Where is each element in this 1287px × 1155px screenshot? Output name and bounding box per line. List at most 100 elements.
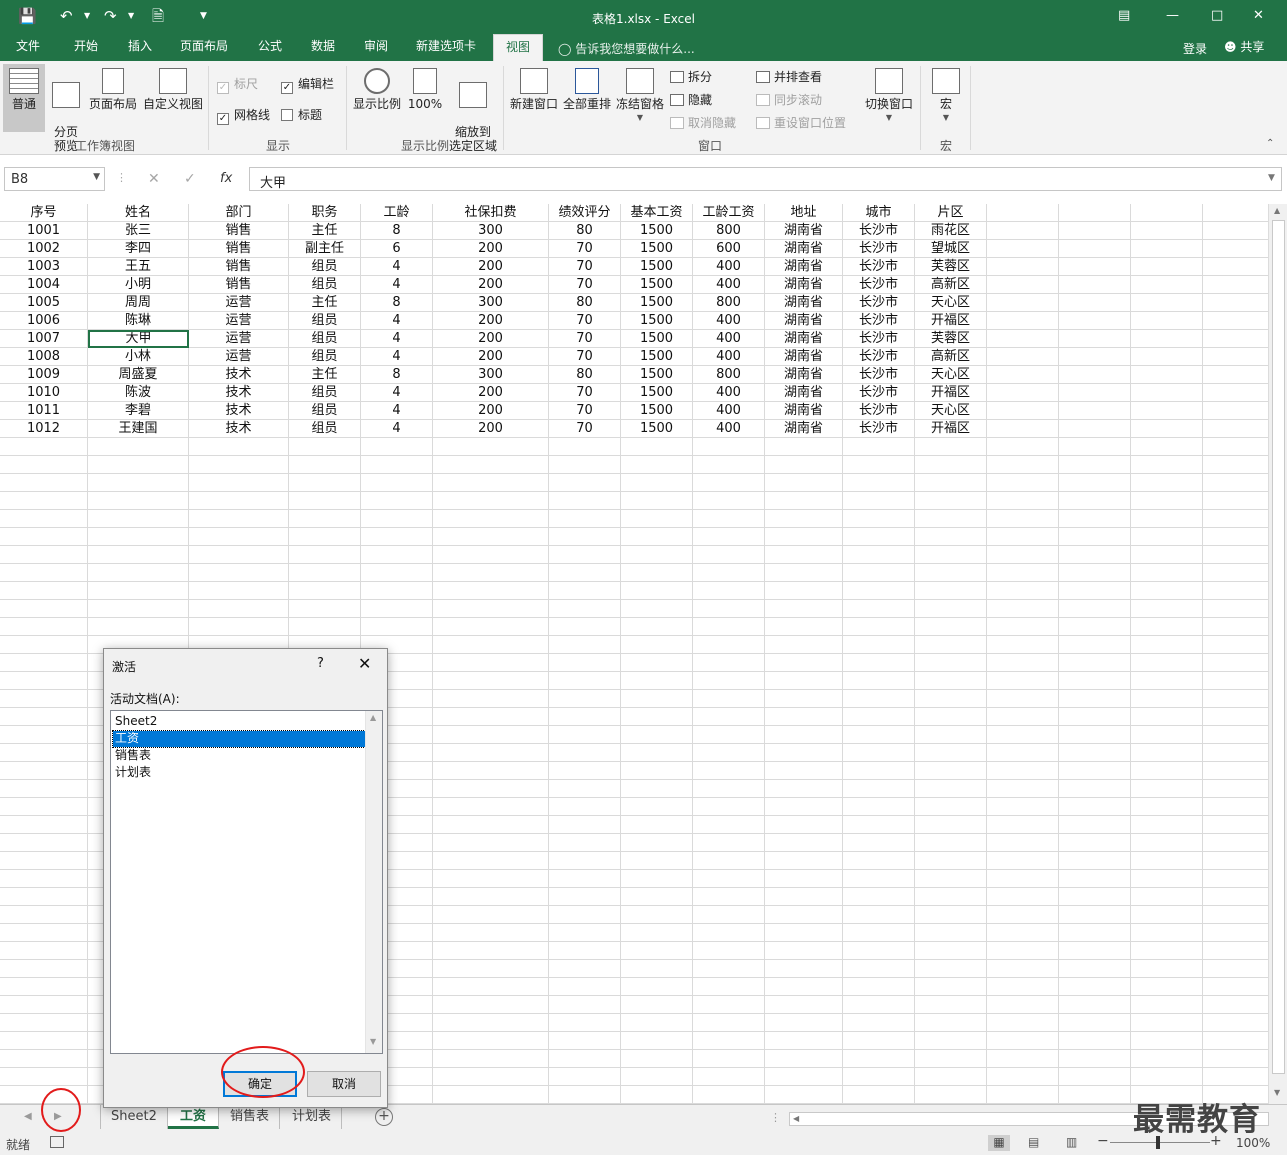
empty-cell[interactable] — [433, 600, 549, 618]
empty-cell[interactable] — [621, 582, 693, 600]
data-cell[interactable]: 4 — [361, 420, 433, 438]
empty-cell[interactable] — [433, 1032, 549, 1050]
data-cell[interactable]: 4 — [361, 258, 433, 276]
tab-page-layout[interactable]: 页面布局 — [176, 34, 232, 61]
empty-cell[interactable] — [765, 924, 843, 942]
empty-cell[interactable] — [289, 528, 361, 546]
empty-cell[interactable] — [765, 1014, 843, 1032]
active-documents-list[interactable]: Sheet2 工资 销售表 计划表 ▲ ▼ — [110, 710, 383, 1054]
cancel-button[interactable]: 取消 — [307, 1071, 381, 1097]
data-cell[interactable]: 400 — [693, 276, 765, 294]
empty-cell[interactable] — [433, 672, 549, 690]
zoom-100-button[interactable]: 100% — [406, 64, 444, 132]
zoom-out-icon[interactable]: − — [1097, 1133, 1109, 1149]
empty-cell[interactable] — [621, 1014, 693, 1032]
empty-cell[interactable] — [1203, 474, 1268, 492]
data-cell[interactable]: 1006 — [0, 312, 88, 330]
empty-cell[interactable] — [1131, 798, 1203, 816]
empty-cell[interactable] — [433, 438, 549, 456]
empty-cell[interactable] — [621, 546, 693, 564]
zoom-to-selection-button[interactable]: 缩放到 选定区域 — [446, 64, 500, 153]
empty-cell[interactable] — [549, 978, 621, 996]
empty-cell[interactable] — [1131, 330, 1203, 348]
empty-cell[interactable] — [433, 798, 549, 816]
empty-cell[interactable] — [621, 708, 693, 726]
empty-cell[interactable] — [1059, 618, 1131, 636]
data-cell[interactable]: 销售 — [189, 276, 289, 294]
empty-cell[interactable] — [1203, 888, 1268, 906]
header-cell[interactable]: 片区 — [915, 204, 987, 222]
data-cell[interactable]: 1012 — [0, 420, 88, 438]
empty-cell[interactable] — [189, 456, 289, 474]
empty-cell[interactable] — [0, 960, 88, 978]
confirm-entry-icon[interactable]: ✓ — [184, 171, 196, 187]
empty-cell[interactable] — [0, 744, 88, 762]
empty-cell[interactable] — [1059, 492, 1131, 510]
data-cell[interactable]: 200 — [433, 420, 549, 438]
empty-cell[interactable] — [0, 690, 88, 708]
empty-cell[interactable] — [693, 618, 765, 636]
empty-cell[interactable] — [549, 960, 621, 978]
data-cell[interactable]: 天心区 — [915, 366, 987, 384]
empty-cell[interactable] — [843, 654, 915, 672]
empty-cell[interactable] — [361, 438, 433, 456]
empty-cell[interactable] — [1203, 780, 1268, 798]
data-cell[interactable]: 技术 — [189, 402, 289, 420]
empty-cell[interactable] — [1059, 222, 1131, 240]
data-cell[interactable]: 1001 — [0, 222, 88, 240]
empty-cell[interactable] — [289, 564, 361, 582]
empty-cell[interactable] — [693, 996, 765, 1014]
data-cell[interactable]: 400 — [693, 312, 765, 330]
empty-cell[interactable] — [693, 726, 765, 744]
empty-cell[interactable] — [765, 456, 843, 474]
empty-cell[interactable] — [693, 1086, 765, 1104]
list-item-salary[interactable]: 工资 — [112, 730, 366, 748]
empty-cell[interactable] — [1131, 456, 1203, 474]
empty-cell[interactable] — [433, 762, 549, 780]
empty-cell[interactable] — [843, 510, 915, 528]
empty-cell[interactable] — [1059, 546, 1131, 564]
empty-cell[interactable] — [433, 852, 549, 870]
empty-cell[interactable] — [693, 564, 765, 582]
empty-cell[interactable] — [621, 978, 693, 996]
tab-data[interactable]: 数据 — [307, 34, 339, 61]
data-cell[interactable]: 80 — [549, 366, 621, 384]
data-cell[interactable]: 湖南省 — [765, 294, 843, 312]
empty-cell[interactable] — [1131, 636, 1203, 654]
data-cell[interactable]: 技术 — [189, 366, 289, 384]
empty-cell[interactable] — [189, 600, 289, 618]
empty-cell[interactable] — [433, 978, 549, 996]
empty-cell[interactable] — [549, 1086, 621, 1104]
empty-cell[interactable] — [843, 636, 915, 654]
empty-cell[interactable] — [843, 834, 915, 852]
empty-cell[interactable] — [1203, 654, 1268, 672]
empty-cell[interactable] — [987, 384, 1059, 402]
empty-cell[interactable] — [915, 672, 987, 690]
data-cell[interactable]: 200 — [433, 384, 549, 402]
empty-cell[interactable] — [693, 960, 765, 978]
empty-cell[interactable] — [621, 1068, 693, 1086]
empty-cell[interactable] — [765, 816, 843, 834]
header-cell[interactable]: 部门 — [189, 204, 289, 222]
empty-cell[interactable] — [765, 978, 843, 996]
data-cell[interactable]: 200 — [433, 276, 549, 294]
empty-cell[interactable] — [1059, 924, 1131, 942]
empty-cell[interactable] — [0, 798, 88, 816]
data-cell[interactable]: 李四 — [88, 240, 189, 258]
data-cell[interactable]: 1500 — [621, 348, 693, 366]
empty-cell[interactable] — [1203, 762, 1268, 780]
empty-cell[interactable] — [693, 690, 765, 708]
empty-cell[interactable] — [433, 942, 549, 960]
empty-cell[interactable] — [549, 672, 621, 690]
empty-cell[interactable] — [765, 708, 843, 726]
empty-cell[interactable] — [1203, 240, 1268, 258]
collapse-ribbon-icon[interactable]: ⌃ — [1266, 138, 1274, 149]
empty-cell[interactable] — [1059, 942, 1131, 960]
empty-cell[interactable] — [289, 546, 361, 564]
empty-cell[interactable] — [1203, 348, 1268, 366]
empty-cell[interactable] — [0, 780, 88, 798]
data-cell[interactable]: 300 — [433, 366, 549, 384]
empty-cell[interactable] — [0, 582, 88, 600]
empty-cell[interactable] — [1203, 924, 1268, 942]
empty-cell[interactable] — [549, 1068, 621, 1086]
